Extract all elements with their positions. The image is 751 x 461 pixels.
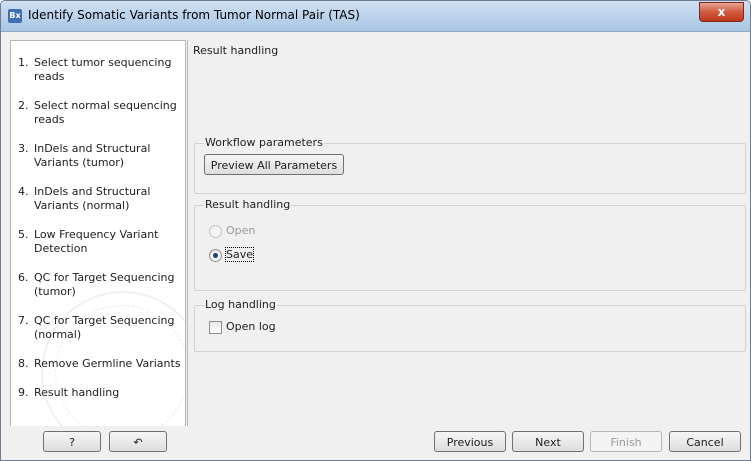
step-label: InDels and Structural Variants (tumor) <box>34 142 151 169</box>
workflow-parameters-title: Workflow parameters <box>204 136 324 149</box>
step-number: 3. <box>18 142 29 155</box>
workflow-parameters-group: Workflow parameters Preview All Paramete… <box>194 136 746 194</box>
reset-icon: ↶ <box>133 436 143 449</box>
previous-button[interactable]: Previous <box>434 431 506 452</box>
open-radio-button[interactable] <box>209 225 222 238</box>
help-button[interactable]: ? <box>43 431 101 452</box>
step-label: InDels and Structural Variants (normal) <box>34 185 151 212</box>
open-log-label: Open log <box>226 320 276 333</box>
reset-button[interactable]: ↶ <box>109 431 167 452</box>
step-number: 9. <box>18 386 29 399</box>
wizard-button-bar: ? ↶ Previous Next Finish Cancel <box>1 426 750 460</box>
next-button[interactable]: Next <box>512 431 584 452</box>
step-label: QC for Target Sequencing (tumor) <box>34 271 175 298</box>
cancel-button[interactable]: Cancel <box>669 431 741 452</box>
step-label: Low Frequency Variant Detection <box>34 228 159 255</box>
step-number: 5. <box>18 228 29 241</box>
app-icon: Bx <box>8 9 22 23</box>
step-number: 7. <box>18 314 29 327</box>
finish-button[interactable]: Finish <box>590 431 662 452</box>
open-radio-label: Open <box>226 224 256 237</box>
step-label: Select tumor sequencing reads <box>34 56 172 83</box>
step-number: 2. <box>18 99 29 112</box>
log-handling-title: Log handling <box>204 298 277 311</box>
close-button[interactable]: x <box>699 2 744 22</box>
page-title: Result handling <box>193 44 279 57</box>
wizard-dialog: Bx Identify Somatic Variants from Tumor … <box>0 0 751 461</box>
save-radio-label: Save <box>224 247 255 262</box>
log-handling-group: Log handling Open log <box>194 298 746 352</box>
result-handling-group: Result handling Open Save <box>194 198 746 291</box>
step-number: 1. <box>18 56 29 69</box>
step-label: Remove Germline Variants <box>34 357 181 370</box>
step-label: Select normal sequencing reads <box>34 99 177 126</box>
save-radio-button[interactable] <box>209 249 222 262</box>
step-label: QC for Target Sequencing (normal) <box>34 314 175 341</box>
result-handling-panel: Result handling Workflow parameters Prev… <box>187 40 749 426</box>
step-number: 4. <box>18 185 29 198</box>
result-handling-title: Result handling <box>204 198 292 211</box>
step-label: Result handling <box>34 386 120 399</box>
step-number: 6. <box>18 271 29 284</box>
wizard-steps-panel: 1. Select tumor sequencing reads 2. Sele… <box>10 40 186 428</box>
title-bar[interactable]: Bx Identify Somatic Variants from Tumor … <box>1 1 750 32</box>
step-number: 8. <box>18 357 29 370</box>
window-title: Identify Somatic Variants from Tumor Nor… <box>28 8 360 22</box>
open-log-checkbox[interactable] <box>209 321 222 334</box>
preview-all-parameters-button[interactable]: Preview All Parameters <box>204 154 344 175</box>
